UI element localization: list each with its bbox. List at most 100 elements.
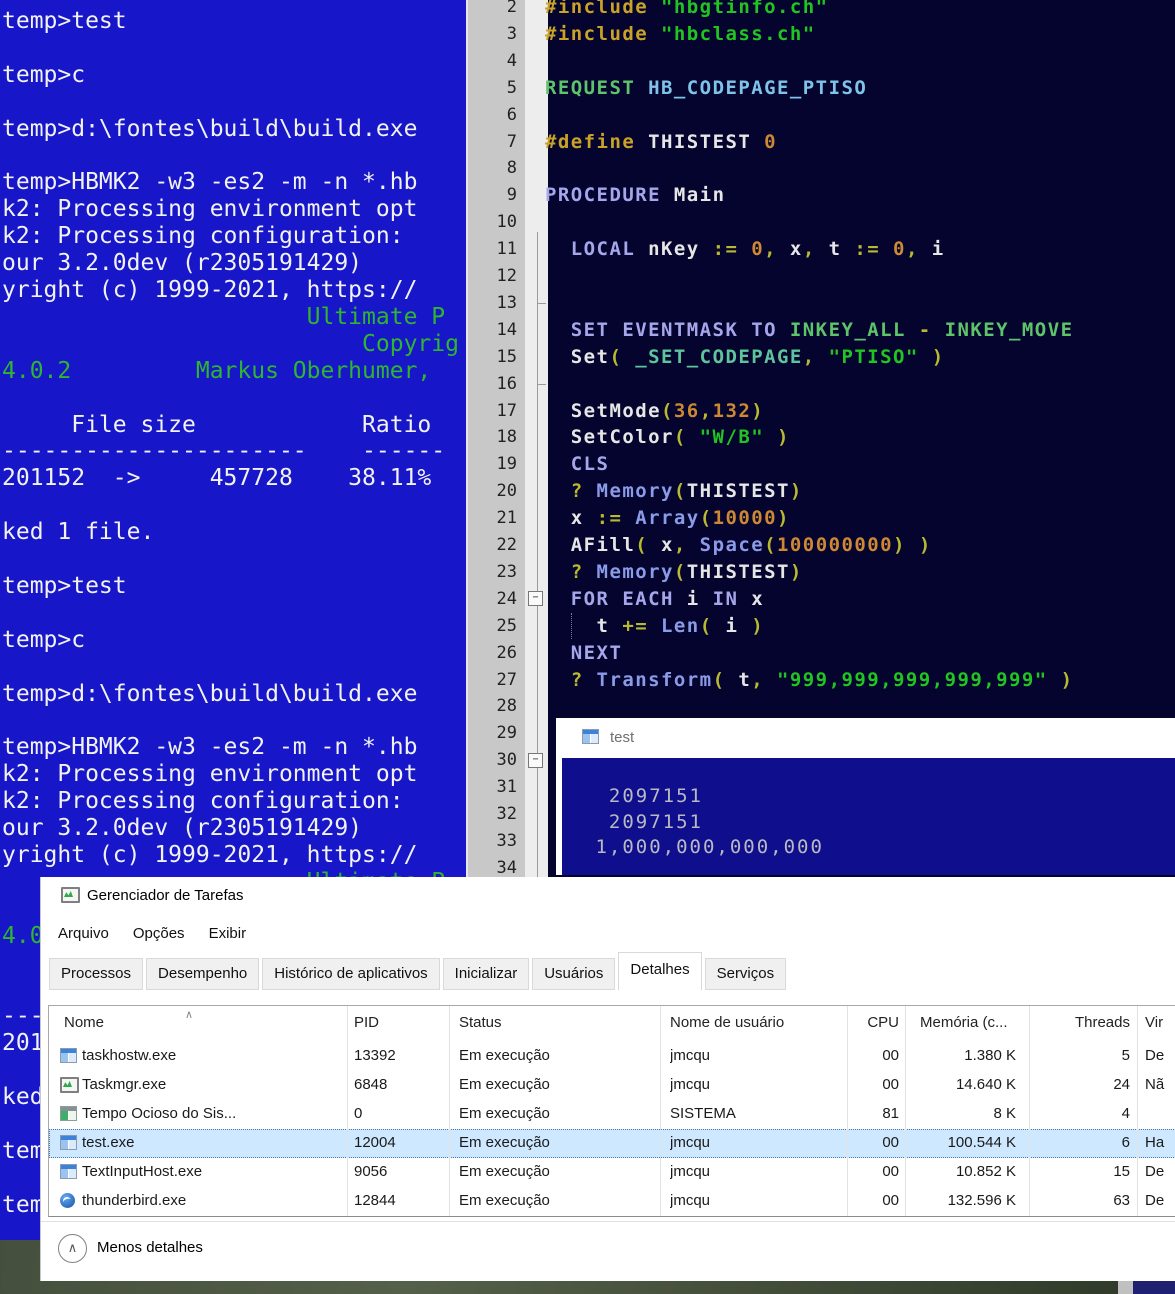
cell: 4 (1042, 1105, 1130, 1122)
column-divider[interactable] (1137, 1006, 1138, 1216)
cell: jmcqu (670, 1192, 810, 1209)
column-divider[interactable] (905, 1006, 906, 1216)
code-line: ? Memory(THISTEST) (545, 478, 803, 505)
code-line: SET EVENTMASK TO INKEY_ALL - INKEY_MOVE (545, 317, 1073, 344)
table-row[interactable]: TextInputHost.exe9056Em execuçãojmcqu001… (49, 1158, 1175, 1187)
app-window-icon (582, 729, 599, 744)
cell: jmcqu (670, 1134, 810, 1151)
column-header[interactable]: Vir (1145, 1014, 1175, 1031)
code-line: FOR EACH i IN x (545, 586, 764, 613)
code-line: AFill( x, Space(100000000) ) (545, 532, 932, 559)
app-window-icon (60, 1048, 77, 1063)
column-header[interactable]: Memória (c... (920, 1014, 1060, 1031)
console-title-bar[interactable]: test (556, 718, 1175, 758)
column-header[interactable]: CPU (817, 1014, 899, 1031)
tab-bar[interactable]: ProcessosDesempenhoHistórico de aplicati… (41, 952, 1175, 990)
footer-bar: ∧ Menos detalhes (41, 1222, 1175, 1281)
process-list[interactable]: ∧ NomePIDStatusNome de usuárioCPUMemória… (48, 1005, 1175, 1217)
line-number: 34 (468, 855, 517, 878)
column-header[interactable]: Status (459, 1014, 659, 1031)
column-divider[interactable] (347, 1006, 348, 1216)
line-number: 14 (468, 317, 517, 344)
tab-detalhes[interactable]: Detalhes (618, 952, 701, 990)
cell: Em execução (459, 1105, 659, 1122)
table-row[interactable]: Taskmgr.exe6848Em execuçãojmcqu0014.640 … (49, 1071, 1175, 1100)
tab-usurios[interactable]: Usuários (532, 958, 615, 990)
code-line: #define THISTEST 0 (545, 129, 777, 156)
line-number: 19 (468, 451, 517, 478)
line-number: 3 (468, 21, 517, 48)
app-window-icon (60, 1135, 77, 1150)
test-console-window[interactable]: test 2097151 2097151 1,000,000,000,000 (556, 718, 1175, 875)
fold-tick (537, 384, 546, 385)
line-number: 31 (468, 774, 517, 801)
terminal-line: Ultimate P (2, 304, 445, 331)
line-number: 28 (468, 693, 517, 720)
cell: De (1145, 1192, 1175, 1209)
line-number: 25 (468, 613, 517, 640)
line-number: 16 (468, 371, 517, 398)
column-divider[interactable] (847, 1006, 848, 1216)
app-window-icon (60, 1106, 77, 1121)
tab-desempenho[interactable]: Desempenho (146, 958, 259, 990)
menu-item-exibir[interactable]: Exibir (209, 925, 247, 942)
terminal-line: k2: Processing configuration: (2, 223, 404, 250)
cell: 00 (817, 1134, 899, 1151)
line-number: 8 (468, 155, 517, 182)
task-manager-icon (60, 1077, 79, 1093)
code-line: #include "hbgtinfo.ch" (545, 0, 829, 21)
line-number: 32 (468, 801, 517, 828)
line-number: 23 (468, 559, 517, 586)
code-line: SetColor( "W/B" ) (545, 424, 790, 451)
fold-collapse-icon[interactable]: − (528, 753, 543, 768)
line-number: 27 (468, 667, 517, 694)
menu-item-opes[interactable]: Opções (133, 925, 185, 942)
tab-inicializar[interactable]: Inicializar (443, 958, 530, 990)
menu-item-arquivo[interactable]: Arquivo (58, 925, 109, 942)
less-details-button[interactable]: ∧ (58, 1234, 87, 1263)
column-header[interactable]: Nome (64, 1014, 314, 1031)
column-header[interactable]: Threads (1042, 1014, 1130, 1031)
terminal-line: Copyrig (2, 331, 459, 358)
table-row[interactable]: Tempo Ocioso do Sis...0Em execuçãoSISTEM… (49, 1100, 1175, 1129)
app-window-icon (60, 1164, 77, 1179)
code-line: CLS (545, 451, 609, 478)
tab-processos[interactable]: Processos (49, 958, 143, 990)
menu-bar[interactable]: Arquivo Opções Exibir (41, 914, 1175, 952)
column-divider[interactable] (660, 1006, 661, 1216)
column-divider[interactable] (1029, 1006, 1030, 1216)
cell: jmcqu (670, 1047, 810, 1064)
line-number: 7 (468, 129, 517, 156)
cell: 00 (817, 1047, 899, 1064)
column-header-row[interactable]: ∧ NomePIDStatusNome de usuárioCPUMemória… (49, 1006, 1175, 1039)
cell: 12844 (354, 1192, 444, 1209)
cell: 24 (1042, 1076, 1130, 1093)
terminal-line: temp>c (2, 62, 85, 89)
cell: Em execução (459, 1047, 659, 1064)
table-row[interactable]: test.exe12004Em execuçãojmcqu00100.544 K… (49, 1129, 1175, 1158)
column-header[interactable]: PID (354, 1014, 444, 1031)
tab-servios[interactable]: Serviços (705, 958, 787, 990)
tab-histricodeaplicativos[interactable]: Histórico de aplicativos (262, 958, 439, 990)
taskmgr-title-bar[interactable]: Gerenciador de Tarefas (41, 877, 1175, 914)
column-divider[interactable] (449, 1006, 450, 1216)
terminal-line: ked 1 file. (2, 519, 154, 546)
fold-collapse-icon[interactable]: − (528, 591, 543, 606)
less-details-label: Menos detalhes (97, 1239, 203, 1256)
column-header[interactable]: Nome de usuário (670, 1014, 810, 1031)
cell: 6848 (354, 1076, 444, 1093)
fold-guide-line (537, 232, 538, 878)
cell: 100.544 K (892, 1134, 1016, 1151)
cell: taskhostw.exe (82, 1047, 332, 1064)
fold-tick (537, 303, 546, 304)
taskbar-fragment-gray (1118, 1281, 1133, 1294)
table-row[interactable]: thunderbird.exe12844Em execuçãojmcqu0013… (49, 1187, 1175, 1216)
task-manager-window[interactable]: Gerenciador de Tarefas Arquivo Opções Exib… (40, 877, 1175, 1281)
cell: 15 (1042, 1163, 1130, 1180)
thunderbird-icon (60, 1193, 75, 1208)
console-window-title: test (610, 729, 634, 746)
line-number: 13 (468, 290, 517, 317)
terminal-line: yright (c) 1999-2021, https:// (2, 277, 417, 304)
table-row[interactable]: taskhostw.exe13392Em execuçãojmcqu001.38… (49, 1042, 1175, 1071)
line-number: 24 (468, 586, 517, 613)
